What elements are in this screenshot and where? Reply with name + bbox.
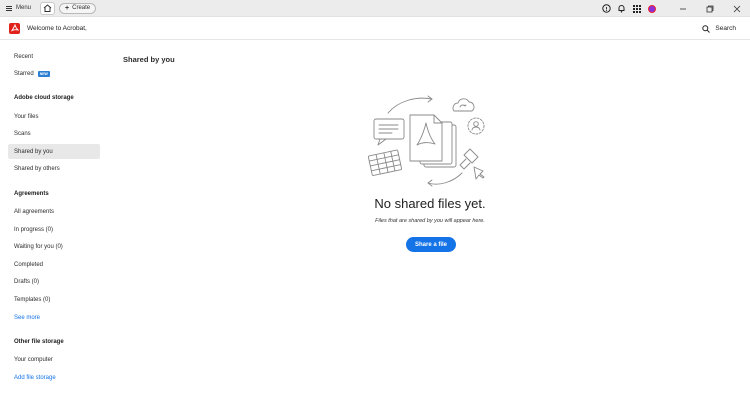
search-label: Search bbox=[715, 25, 736, 32]
sidebar-item-your-files[interactable]: Your files bbox=[8, 109, 100, 124]
new-badge: NEW bbox=[37, 70, 50, 77]
section-heading-cloud: Adobe cloud storage bbox=[14, 95, 74, 101]
search-icon bbox=[702, 24, 711, 33]
empty-state-subtitle: Files that are shared by you will appear… bbox=[375, 218, 485, 224]
minimize-button[interactable] bbox=[669, 0, 696, 17]
empty-state-title: No shared files yet. bbox=[374, 196, 486, 211]
plus-icon: + bbox=[65, 4, 70, 12]
app-header: Welcome to Acrobat, Search bbox=[0, 17, 750, 40]
bell-icon bbox=[618, 5, 625, 13]
welcome-text: Welcome to Acrobat, bbox=[27, 24, 87, 32]
acrobat-logo bbox=[9, 22, 20, 34]
close-button[interactable] bbox=[723, 0, 750, 17]
sidebar-item-label: In progress (0) bbox=[14, 226, 54, 233]
restore-icon bbox=[706, 5, 713, 12]
see-more-label: See more bbox=[14, 314, 41, 321]
help-button[interactable] bbox=[599, 0, 614, 17]
home-button[interactable] bbox=[40, 1, 56, 15]
avatar bbox=[647, 4, 656, 13]
apps-button[interactable] bbox=[629, 0, 644, 17]
sidebar-item-starred[interactable]: Starred NEW bbox=[8, 66, 100, 81]
sidebar-item-in-progress[interactable]: In progress (0) bbox=[8, 222, 100, 237]
close-icon bbox=[733, 5, 740, 12]
sidebar-item-shared-by-you[interactable]: Shared by you bbox=[8, 144, 100, 159]
sidebar-item-scans[interactable]: Scans bbox=[8, 126, 100, 141]
share-file-button[interactable]: Share a file bbox=[406, 237, 456, 252]
add-file-storage-label: Add file storage bbox=[14, 374, 56, 381]
sidebar-item-label: Recent bbox=[14, 53, 34, 60]
sidebar-item-drafts[interactable]: Drafts (0) bbox=[8, 274, 100, 289]
sidebar-item-label: All agreements bbox=[14, 208, 55, 215]
restore-button[interactable] bbox=[696, 0, 723, 17]
notifications-button[interactable] bbox=[614, 0, 629, 17]
sidebar-item-recent[interactable]: Recent bbox=[8, 49, 100, 64]
sidebar-item-label: Templates (0) bbox=[14, 296, 51, 303]
section-heading-agreements: Agreements bbox=[14, 191, 49, 197]
add-file-storage-link[interactable]: Add file storage bbox=[8, 370, 100, 385]
menu-button[interactable]: Menu bbox=[0, 0, 37, 17]
sidebar-item-label: Waiting for you (0) bbox=[14, 243, 63, 250]
create-button[interactable]: + Create bbox=[59, 2, 97, 14]
sidebar-item-shared-by-others[interactable]: Shared by others bbox=[8, 161, 100, 176]
empty-state-illustration bbox=[367, 95, 485, 187]
sidebar: Recent Starred NEW Adobe cloud storage Y… bbox=[0, 40, 107, 398]
sidebar-item-waiting-for-you[interactable]: Waiting for you (0) bbox=[8, 239, 100, 254]
sidebar-item-templates[interactable]: Templates (0) bbox=[8, 292, 100, 307]
sidebar-item-label: Starred bbox=[14, 70, 34, 77]
help-icon bbox=[602, 4, 611, 13]
hamburger-icon bbox=[6, 5, 12, 11]
title-bar: Menu + Create bbox=[0, 0, 750, 17]
see-more-link[interactable]: See more bbox=[8, 310, 100, 325]
sidebar-item-all-agreements[interactable]: All agreements bbox=[8, 204, 100, 219]
sidebar-item-label: Your computer bbox=[14, 356, 53, 363]
sidebar-item-completed[interactable]: Completed bbox=[8, 257, 100, 272]
sidebar-item-your-computer[interactable]: Your computer bbox=[8, 352, 100, 367]
page-title: Shared by you bbox=[123, 55, 175, 64]
sidebar-item-label: Your files bbox=[14, 113, 39, 120]
sidebar-item-label: Shared by you bbox=[14, 148, 53, 155]
profile-button[interactable] bbox=[644, 0, 659, 17]
sidebar-item-label: Shared by others bbox=[14, 165, 60, 172]
create-label: Create bbox=[72, 5, 91, 11]
search-button[interactable]: Search bbox=[702, 17, 736, 40]
app-grid-icon bbox=[632, 4, 641, 13]
minimize-icon bbox=[679, 8, 686, 9]
sidebar-item-label: Scans bbox=[14, 130, 31, 137]
sidebar-item-label: Completed bbox=[14, 261, 44, 268]
sidebar-item-label: Drafts (0) bbox=[14, 278, 40, 285]
home-icon bbox=[43, 4, 52, 12]
menu-label: Menu bbox=[16, 5, 32, 11]
section-heading-other-storage: Other file storage bbox=[14, 339, 64, 345]
acrobat-icon bbox=[10, 24, 19, 32]
